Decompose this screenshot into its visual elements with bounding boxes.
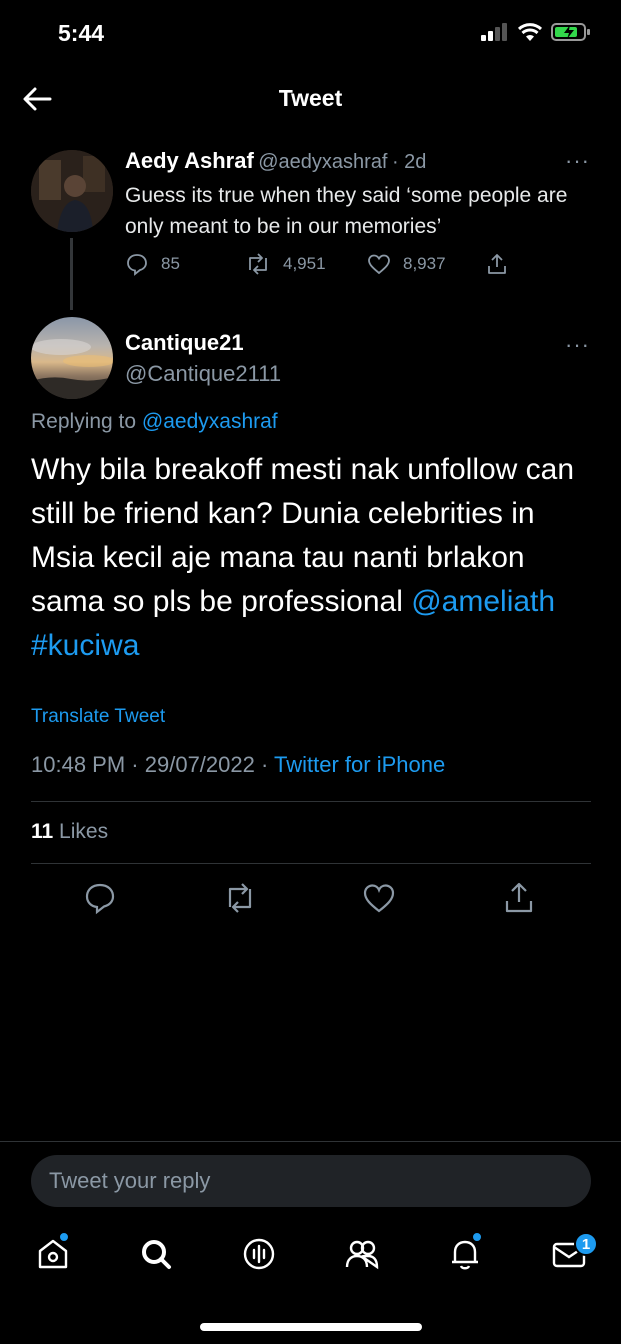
parent-tweet-actions: 85 4,951 8,937 — [125, 252, 509, 276]
parent-author-handle[interactable]: @aedyxashraf — [258, 151, 387, 173]
communities-icon[interactable] — [342, 1234, 382, 1274]
parent-like-count: 8,937 — [403, 254, 446, 273]
tweet-meta: 10:48 PM · 29/07/2022 · Twitter for iPho… — [31, 752, 446, 777]
page-title: Tweet — [278, 85, 343, 111]
spaces-icon[interactable] — [239, 1234, 279, 1274]
parent-tweet-age: · 2d — [391, 151, 427, 173]
likes-count: 11 — [31, 820, 54, 843]
share-icon[interactable] — [501, 880, 537, 916]
likes-summary[interactable]: 11 Likes — [31, 820, 108, 844]
home-indicator — [200, 1323, 422, 1331]
share-icon — [488, 254, 506, 274]
avatar-main-author[interactable] — [31, 317, 113, 399]
like-icon — [368, 254, 390, 275]
mention-link[interactable]: @ameliath — [411, 585, 555, 618]
translate-tweet-link[interactable]: Translate Tweet — [31, 706, 165, 728]
reply-icon — [127, 254, 147, 276]
parent-tweet-text: Guess its true when they said ‘some peop… — [125, 184, 568, 238]
divider — [31, 801, 591, 802]
likes-label: Likes — [59, 820, 109, 843]
home-notification-dot — [59, 1232, 69, 1242]
parent-reply-count: 85 — [161, 254, 180, 273]
replying-prefix: Replying to — [31, 410, 137, 433]
wifi-icon — [517, 23, 543, 41]
avatar-parent-author[interactable] — [31, 150, 113, 232]
parent-reply-action[interactable]: 85 — [125, 252, 245, 276]
replying-to-link[interactable]: @aedyxashraf — [142, 410, 278, 433]
replying-to: Replying to @aedyxashraf — [31, 410, 278, 434]
main-tweet-more-button[interactable]: ··· — [565, 332, 590, 358]
avatar-photo — [31, 339, 113, 399]
signal-icon — [481, 23, 507, 41]
status-icons — [481, 22, 591, 42]
avatar-photo — [31, 150, 113, 232]
messages-badge: 1 — [574, 1232, 598, 1256]
parent-tweet-more-button[interactable]: ··· — [565, 148, 590, 174]
divider — [0, 1141, 621, 1142]
notifications-dot — [472, 1232, 482, 1242]
like-icon[interactable] — [361, 880, 397, 916]
parent-tweet-header: Aedy Ashraf @aedyxashraf · 2d — [125, 148, 426, 174]
tweet-date: 29/07/2022 — [144, 752, 255, 777]
main-tweet-actions — [0, 880, 621, 916]
tweet-source-link[interactable]: Twitter for iPhone — [274, 752, 445, 777]
hashtag-link[interactable]: #kuciwa — [31, 629, 139, 662]
parent-author-name[interactable]: Aedy Ashraf — [125, 148, 254, 173]
status-time: 5:44 — [58, 20, 105, 46]
main-author-handle[interactable]: @Cantique2111 — [125, 361, 281, 387]
parent-retweet-action[interactable]: 4,951 — [245, 252, 367, 276]
parent-retweet-count: 4,951 — [283, 254, 326, 273]
main-author-name[interactable]: Cantique21 — [125, 330, 244, 356]
parent-like-action[interactable]: 8,937 — [367, 252, 485, 276]
divider — [31, 863, 591, 864]
retweet-icon[interactable] — [222, 880, 258, 916]
main-tweet-text: Why bila breakoff mesti nak unfollow can… — [31, 448, 601, 668]
battery-icon — [551, 23, 590, 41]
reply-icon[interactable] — [82, 880, 118, 916]
retweet-icon — [249, 253, 267, 275]
search-icon[interactable] — [136, 1234, 176, 1274]
reply-placeholder: Tweet your reply — [49, 1168, 211, 1193]
parent-share-action[interactable] — [485, 252, 509, 276]
tweet-time: 10:48 PM — [31, 752, 126, 777]
thread-connector — [70, 238, 73, 310]
reply-input[interactable]: Tweet your reply — [31, 1155, 591, 1207]
